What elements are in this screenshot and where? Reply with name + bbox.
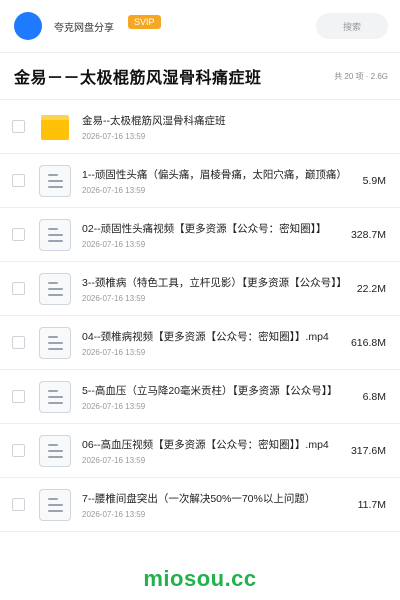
- file-row[interactable]: 1--顽固性头痛（偏头痛，眉棱骨痛，太阳穴痛，巅顶痛） 2026-07-16 1…: [0, 154, 400, 208]
- file-date: 2026-07-16 13:59: [82, 131, 146, 141]
- file-size: 6.8M: [362, 390, 386, 403]
- file-date: 2026-07-16 13:59: [82, 455, 146, 465]
- file-list: 金易--太极棍筋风湿骨科痛症班 2026-07-16 13:59 1--顽固性头…: [0, 100, 400, 532]
- file-name: 1--顽固性头痛（偏头痛，眉棱骨痛，太阳穴痛，巅顶痛）: [82, 168, 347, 181]
- file-info: 1--顽固性头痛（偏头痛，眉棱骨痛，太阳穴痛，巅顶痛） 2026-07-16 1…: [82, 167, 357, 195]
- document-icon: [38, 434, 72, 468]
- row-checkbox[interactable]: [12, 174, 25, 187]
- file-name: 02--顽固性头痛视频【更多资源【公众号：密知圈】】: [82, 222, 327, 235]
- file-size: 317.6M: [350, 444, 386, 457]
- file-size: 5.9M: [362, 174, 386, 187]
- row-checkbox[interactable]: [12, 498, 25, 511]
- document-icon: [38, 164, 72, 198]
- file-row[interactable]: 7--腰椎间盘突出（一次解决50%一70%以上问题） 2026-07-16 13…: [0, 478, 400, 532]
- row-checkbox[interactable]: [12, 282, 25, 295]
- avatar[interactable]: [14, 12, 42, 40]
- document-icon: [38, 326, 72, 360]
- page-title: 金易－－太极棍筋风湿骨科痛症班: [14, 70, 262, 87]
- folder-meta: 共 20 项 · 2.6G: [334, 71, 388, 81]
- file-date: 2026-07-16 13:59: [82, 509, 146, 519]
- file-row[interactable]: 5--高血压（立马降20毫米贡柱）【更多资源【公众号】】 2026-07-16 …: [0, 370, 400, 424]
- document-icon: [38, 218, 72, 252]
- file-info: 5--高血压（立马降20毫米贡柱）【更多资源【公众号】】 2026-07-16 …: [82, 383, 357, 411]
- file-size: 328.7M: [350, 228, 386, 241]
- file-info: 02--顽固性头痛视频【更多资源【公众号：密知圈】】 2026-07-16 13…: [82, 221, 345, 249]
- folder-icon: [38, 110, 72, 144]
- file-row[interactable]: 3--颈椎病（特色工具，立杆见影）【更多资源【公众号】】 2026-07-16 …: [0, 262, 400, 316]
- file-date: 2026-07-16 13:59: [82, 347, 146, 357]
- row-checkbox[interactable]: [12, 120, 25, 133]
- folder-title-bar: 金易－－太极棍筋风湿骨科痛症班 共 20 项 · 2.6G: [0, 53, 400, 99]
- file-name: 金易--太极棍筋风湿骨科痛症班: [82, 114, 226, 127]
- row-checkbox[interactable]: [12, 390, 25, 403]
- file-date: 2026-07-16 13:59: [82, 293, 146, 303]
- file-name: 5--高血压（立马降20毫米贡柱）【更多资源【公众号】】: [82, 384, 338, 397]
- file-row[interactable]: 02--顽固性头痛视频【更多资源【公众号：密知圈】】 2026-07-16 13…: [0, 208, 400, 262]
- file-info: 06--高血压视频【更多资源【公众号：密知圈】】.mp4 2026-07-16 …: [82, 437, 345, 465]
- file-name: 7--腰椎间盘突出（一次解决50%一70%以上问题）: [82, 492, 316, 505]
- file-size: 11.7M: [357, 498, 386, 511]
- file-info: 3--颈椎病（特色工具，立杆见影）【更多资源【公众号】】 2026-07-16 …: [82, 275, 351, 303]
- file-size: 616.8M: [350, 336, 386, 349]
- row-checkbox[interactable]: [12, 444, 25, 457]
- svip-badge: SVIP: [128, 15, 161, 29]
- file-info: 金易--太极棍筋风湿骨科痛症班 2026-07-16 13:59: [82, 113, 380, 141]
- share-owner-name: 夸克网盘分享: [54, 22, 114, 34]
- watermark: miosou.cc: [143, 566, 257, 591]
- document-icon: [38, 380, 72, 414]
- row-checkbox[interactable]: [12, 336, 25, 349]
- file-row[interactable]: 金易--太极棍筋风湿骨科痛症班 2026-07-16 13:59: [0, 100, 400, 154]
- search-button[interactable]: 搜索: [316, 13, 388, 39]
- file-name: 3--颈椎病（特色工具，立杆见影）【更多资源【公众号】】: [82, 276, 347, 289]
- document-icon: [38, 272, 72, 306]
- file-info: 04--颈椎病视频【更多资源【公众号：密知圈】】.mp4 2026-07-16 …: [82, 329, 345, 357]
- file-date: 2026-07-16 13:59: [82, 239, 146, 249]
- document-icon: [38, 488, 72, 522]
- file-name: 06--高血压视频【更多资源【公众号：密知圈】】.mp4: [82, 438, 329, 451]
- file-size: 22.2M: [356, 282, 386, 295]
- file-row[interactable]: 06--高血压视频【更多资源【公众号：密知圈】】.mp4 2026-07-16 …: [0, 424, 400, 478]
- file-name: 04--颈椎病视频【更多资源【公众号：密知圈】】.mp4: [82, 330, 329, 343]
- file-info: 7--腰椎间盘突出（一次解决50%一70%以上问题） 2026-07-16 13…: [82, 491, 352, 519]
- row-checkbox[interactable]: [12, 228, 25, 241]
- share-header: 夸克网盘分享 SVIP 搜索: [0, 0, 400, 52]
- file-date: 2026-07-16 13:59: [82, 185, 146, 195]
- file-row[interactable]: 04--颈椎病视频【更多资源【公众号：密知圈】】.mp4 2026-07-16 …: [0, 316, 400, 370]
- file-date: 2026-07-16 13:59: [82, 401, 146, 411]
